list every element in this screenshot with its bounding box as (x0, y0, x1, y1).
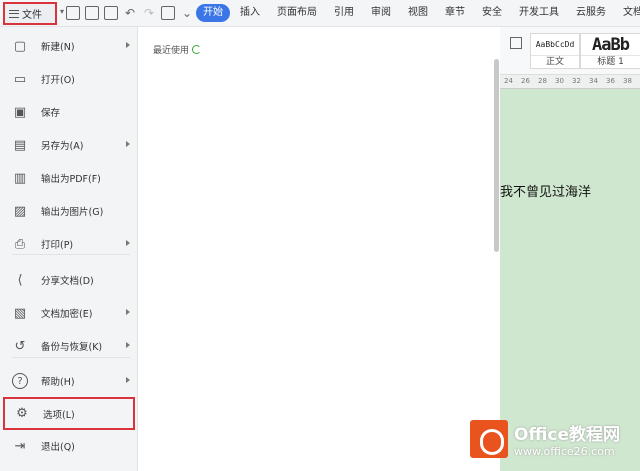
print-icon[interactable] (85, 6, 99, 20)
ribbon-panel: AaBbCcDd 正文 AaBb 标题 1 (500, 27, 640, 75)
encrypt-icon: ▧ (13, 305, 27, 321)
document-text[interactable]: 我不曾见过海洋 (500, 181, 591, 200)
menu-item-1[interactable]: ▭ 打开(O) (3, 64, 135, 94)
new-file-icon: ▢ (13, 38, 27, 54)
menu-item-3[interactable]: ▤ 另存为(A) (3, 130, 135, 160)
menu-item-label: 帮助(H) (41, 377, 75, 388)
recent-title: 最近使用 (153, 43, 202, 56)
save-icon: ▣ (13, 104, 27, 120)
tab-3[interactable]: 引用 (334, 4, 354, 22)
office-logo-icon (470, 420, 508, 458)
menu-item-label: 文档加密(E) (41, 309, 93, 320)
style-label: 标题 1 (581, 55, 640, 68)
redo-icon[interactable]: ↷ (142, 6, 156, 20)
menu-item-label: 分享文档(D) (41, 276, 94, 287)
save-icon[interactable] (66, 6, 80, 20)
ruler-tick: 36 (606, 77, 615, 85)
ruler-tick: 38 (623, 77, 632, 85)
menu-item-8[interactable]: ▧ 文档加密(E) (3, 298, 135, 328)
chevron-down-icon[interactable]: ▾ (60, 7, 64, 16)
menu-item-10[interactable]: ? 帮助(H) (3, 366, 135, 396)
paragraph-settings-icon[interactable] (510, 37, 522, 49)
help-icon: ? (12, 373, 28, 389)
file-menu-panel: ▢ 新建(N) ▭ 打开(O) ▣ 保存 ▤ 另存为(A) ▥ 输出为PDF(F) ▨ 输出为图片(G… (0, 27, 138, 471)
undo-icon[interactable]: ↶ (123, 6, 137, 20)
tab-9[interactable]: 云服务 (576, 4, 606, 22)
style-sample: AaBb (592, 35, 630, 55)
submenu-arrow-icon (126, 309, 130, 315)
submenu-arrow-icon (126, 240, 130, 246)
exit-icon: ⇥ (14, 438, 26, 454)
menu-item-label: 备份与恢复(K) (41, 342, 103, 353)
watermark-logo: Office教程网 www.office26.com (470, 420, 620, 458)
tab-7[interactable]: 安全 (482, 4, 502, 22)
menu-divider (12, 357, 130, 358)
export-image-icon: ▨ (13, 203, 27, 219)
print-preview-icon[interactable] (104, 6, 118, 20)
tab-4[interactable]: 审阅 (371, 4, 391, 22)
menu-item-label: 退出(Q) (41, 442, 75, 453)
recent-title-label: 最近使用 (153, 46, 190, 56)
style-heading-1[interactable]: AaBb 标题 1 (580, 33, 640, 69)
document-canvas[interactable] (500, 89, 640, 471)
menu-item-4[interactable]: ▥ 输出为PDF(F) (3, 163, 135, 193)
hamburger-icon (9, 9, 19, 18)
quick-access-toolbar: ↶ ↷ ⌄ (66, 6, 194, 20)
menu-item-label: 打印(P) (41, 240, 74, 251)
menu-item-label: 保存 (41, 108, 61, 119)
tab-5[interactable]: 视图 (408, 4, 428, 22)
refresh-icon[interactable] (192, 45, 202, 54)
save-as-icon: ▤ (13, 137, 27, 153)
menu-item-2[interactable]: ▣ 保存 (3, 97, 135, 127)
submenu-arrow-icon (126, 42, 130, 48)
menu-item-label: 选项(L) (43, 409, 75, 421)
ruler-tick: 26 (521, 77, 530, 85)
recent-files-panel: 最近使用 (138, 27, 500, 471)
gear-icon: ⚙ (16, 406, 28, 421)
style-normal[interactable]: AaBbCcDd 正文 (530, 33, 580, 69)
ribbon-tabs: 开始插入页面布局引用审阅视图章节安全开发工具云服务文档助手 (196, 4, 640, 22)
tab-0[interactable]: 开始 (196, 4, 230, 22)
title-toolbar: 文件 ▾ ↶ ↷ ⌄ 开始插入页面布局引用审阅视图章节安全开发工具云服务文档助手 (0, 0, 640, 27)
export-pdf-icon: ▥ (13, 170, 27, 186)
printer-icon: ⎙ (14, 236, 26, 252)
tab-8[interactable]: 开发工具 (519, 4, 559, 22)
submenu-arrow-icon (126, 141, 130, 147)
menu-item-12[interactable]: ⇥ 退出(Q) (3, 431, 135, 461)
tab-10[interactable]: 文档助手 (623, 4, 640, 22)
horizontal-ruler: 24 26 28 30 32 34 36 38 (500, 75, 640, 89)
submenu-arrow-icon (126, 342, 130, 348)
menu-item-0[interactable]: ▢ 新建(N) (3, 31, 135, 61)
menu-item-label: 另存为(A) (41, 141, 84, 152)
menu-item-11[interactable]: ⚙ 选项(L) (3, 397, 135, 430)
menu-item-5[interactable]: ▨ 输出为图片(G) (3, 196, 135, 226)
style-sample: AaBbCcDd (535, 40, 575, 49)
ruler-tick: 30 (555, 77, 564, 85)
tab-2[interactable]: 页面布局 (277, 4, 317, 22)
style-label: 正文 (531, 55, 579, 68)
watermark-url: www.office26.com (514, 445, 615, 458)
file-menu-button[interactable]: 文件 (3, 2, 57, 25)
ruler-tick: 28 (538, 77, 547, 85)
menu-item-label: 输出为PDF(F) (41, 174, 101, 185)
ruler-tick: 34 (589, 77, 598, 85)
file-menu-label: 文件 (22, 10, 42, 21)
menu-item-label: 新建(N) (41, 42, 75, 53)
menu-divider (12, 254, 130, 255)
menu-item-7[interactable]: ⟨ 分享文档(D) (3, 265, 135, 295)
watermark-brand: Office教程网 (514, 425, 621, 445)
ruler-tick: 32 (572, 77, 581, 85)
menu-item-label: 输出为图片(G) (41, 207, 104, 218)
submenu-arrow-icon (126, 377, 130, 383)
more-chevron-icon[interactable]: ⌄ (180, 6, 194, 20)
ruler-tick: 24 (504, 77, 513, 85)
scrollbar[interactable] (494, 59, 499, 252)
mail-icon[interactable] (161, 6, 175, 20)
share-icon: ⟨ (17, 272, 23, 288)
tab-6[interactable]: 章节 (445, 4, 465, 22)
menu-item-label: 打开(O) (41, 75, 75, 86)
backup-icon: ↺ (14, 338, 26, 354)
tab-1[interactable]: 插入 (240, 4, 260, 22)
folder-open-icon: ▭ (13, 71, 27, 87)
